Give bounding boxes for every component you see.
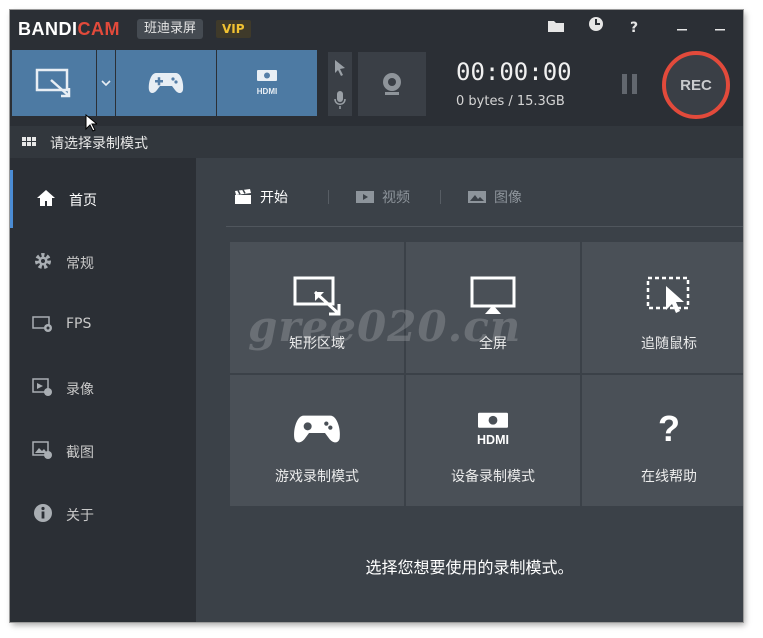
tab-bar: 开始 视频 图像 <box>234 184 743 210</box>
tab-underline <box>226 226 743 227</box>
video-icon <box>356 191 374 203</box>
tab-divider <box>328 190 329 204</box>
gamepad-icon <box>148 73 184 93</box>
info-icon <box>32 502 54 524</box>
grid-menu-icon[interactable] <box>22 137 36 147</box>
tab-divider <box>440 190 441 204</box>
follow-mouse-icon <box>646 276 690 313</box>
app-cn-name: 班迪录屏 <box>137 19 204 39</box>
sidebar-item-label: FPS <box>66 316 92 332</box>
brand-logo: BANDICAM <box>18 19 120 40</box>
tile-label: 矩形区域 <box>289 336 345 352</box>
sidebar-item-home[interactable]: 首页 <box>10 170 196 228</box>
sidebar-item-label: 关于 <box>66 508 94 524</box>
pause-icon <box>622 74 627 94</box>
fps-icon <box>32 313 54 335</box>
mode-title: 请选择录制模式 <box>50 136 148 152</box>
sidebar-item-label: 首页 <box>69 193 97 209</box>
rectangle-area-icon <box>35 68 71 98</box>
sidebar-item-label: 常规 <box>66 256 94 272</box>
dropdown-chevron-icon <box>101 80 111 86</box>
tab-image[interactable]: 图像 <box>468 184 522 210</box>
tile-label: 全屏 <box>479 336 507 352</box>
device-mode-button[interactable]: HDMI <box>217 50 317 116</box>
main-panel: 开始 视频 图像 矩形区域 全屏 追随鼠标 游戏录制模式 HDMI 设备录制模式… <box>196 158 743 622</box>
gear-icon <box>32 250 54 272</box>
webcam-button[interactable] <box>358 52 426 116</box>
bandicam-window: BANDICAM 班迪录屏 VIP ? HDMI 00:00:00 0 byte… <box>10 10 743 622</box>
image-settings-icon <box>32 439 54 461</box>
question-icon: ? <box>658 408 680 449</box>
image-icon <box>468 191 486 203</box>
sidebar: 首页 常规 FPS 录像 截图 关于 <box>10 158 196 622</box>
mode-dropdown-button[interactable] <box>97 50 115 116</box>
microphone-icon[interactable] <box>333 90 347 110</box>
sidebar-item-video[interactable]: 录像 <box>10 359 196 417</box>
folder-icon[interactable] <box>544 16 568 40</box>
tile-follow-mouse[interactable]: 追随鼠标 <box>582 242 743 373</box>
sidebar-item-label: 截图 <box>66 445 94 461</box>
brand-name-right: CAM <box>77 19 120 39</box>
clapper-icon <box>235 189 251 204</box>
sidebar-item-screenshot[interactable]: 截图 <box>10 422 196 480</box>
mode-tiles: 矩形区域 全屏 追随鼠标 游戏录制模式 HDMI 设备录制模式 ? 在线帮助 <box>230 242 743 508</box>
home-icon <box>35 187 57 209</box>
mode-hint-text: 选择您想要使用的录制模式。 <box>365 558 574 577</box>
webcam-icon <box>383 73 401 95</box>
tile-online-help[interactable]: ? 在线帮助 <box>582 375 743 506</box>
minimize-icon[interactable] <box>670 16 694 40</box>
close-icon[interactable] <box>708 16 732 40</box>
fullscreen-icon <box>470 276 516 314</box>
tile-rectangle-area[interactable]: 矩形区域 <box>230 242 404 373</box>
vip-badge[interactable]: VIP <box>216 20 251 38</box>
tile-label: 设备录制模式 <box>451 469 535 485</box>
tile-fullscreen[interactable]: 全屏 <box>406 242 580 373</box>
cursor-toggle-icon[interactable] <box>333 58 347 78</box>
tab-video[interactable]: 视频 <box>356 184 410 210</box>
tile-label: 游戏录制模式 <box>275 469 359 485</box>
rec-button[interactable]: REC <box>662 51 730 119</box>
brand-name-left: BANDI <box>18 19 78 39</box>
sidebar-item-fps[interactable]: FPS <box>10 296 196 354</box>
mouse-cursor-icon <box>85 114 97 132</box>
hdmi-text: HDMI <box>257 87 277 96</box>
tile-device-mode[interactable]: HDMI 设备录制模式 <box>406 375 580 506</box>
video-settings-icon <box>32 376 54 398</box>
title-bar: BANDICAM 班迪录屏 VIP ? <box>10 10 743 48</box>
help-icon[interactable]: ? <box>622 16 646 40</box>
rectangle-area-icon <box>293 276 341 316</box>
file-size-readout: 0 bytes / 15.3GB <box>456 94 565 109</box>
tile-label: 追随鼠标 <box>641 336 697 352</box>
tile-label: 在线帮助 <box>641 469 697 485</box>
clock-icon[interactable] <box>584 16 608 40</box>
tab-label: 图像 <box>494 190 522 206</box>
sidebar-item-about[interactable]: 关于 <box>10 485 196 543</box>
hdmi-icon: HDMI <box>257 70 277 96</box>
toolbar: HDMI 00:00:00 0 bytes / 15.3GB REC <box>10 48 743 126</box>
game-mode-button[interactable] <box>116 50 216 116</box>
rectangle-mode-button[interactable] <box>12 50 96 116</box>
tile-game-mode[interactable]: 游戏录制模式 <box>230 375 404 506</box>
gamepad-icon <box>294 415 340 443</box>
sidebar-item-general[interactable]: 常规 <box>10 233 196 291</box>
hdmi-text: HDMI <box>477 433 509 447</box>
pause-button[interactable] <box>622 74 638 94</box>
tab-label: 视频 <box>382 190 410 206</box>
recording-timer: 00:00:00 <box>456 58 572 86</box>
mode-title-bar: 请选择录制模式 <box>10 126 743 158</box>
sidebar-item-label: 录像 <box>66 382 94 398</box>
hdmi-icon: HDMI <box>477 412 509 447</box>
tab-label: 开始 <box>260 190 288 206</box>
tab-start[interactable]: 开始 <box>234 184 288 210</box>
cursor-mic-toggles <box>328 52 352 116</box>
